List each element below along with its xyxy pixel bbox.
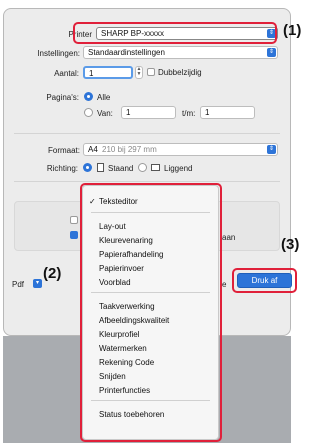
pages-from-input[interactable]: 1: [121, 106, 176, 119]
hidden-checkbox: [70, 216, 78, 224]
format-label: Formaat:: [47, 146, 80, 155]
copies-label: Aantal:: [54, 69, 79, 78]
pdf-label: Pdf: [12, 280, 25, 289]
orientation-landscape-radio[interactable]: [138, 163, 147, 172]
pdf-menu-arrow-icon[interactable]: ▾: [33, 279, 42, 288]
pages-to-value: 1: [205, 108, 210, 117]
pages-label: Pagina's:: [46, 93, 79, 102]
landscape-icon: [151, 164, 160, 171]
divider: [14, 133, 280, 134]
pages-to-label: t/m:: [182, 109, 196, 118]
presets-value: Standaardinstellingen: [88, 48, 165, 57]
two-sided-label: Dubbelzijdig: [158, 68, 202, 77]
two-sided-checkbox[interactable]: [147, 68, 155, 76]
pages-range-radio[interactable]: [84, 108, 93, 117]
callout-label-2: (2): [43, 265, 62, 282]
format-select[interactable]: A4 210 bij 297 mm: [83, 143, 278, 156]
format-value: A4: [88, 145, 98, 154]
pages-all-radio[interactable]: [84, 92, 93, 101]
portrait-icon: [97, 163, 104, 172]
pages-all-label: Alle: [97, 93, 111, 102]
orientation-portrait-radio[interactable]: [83, 163, 92, 172]
format-detail: 210 bij 297 mm: [102, 145, 157, 154]
copies-value: 1: [89, 69, 94, 78]
orientation-label: Richting:: [46, 164, 78, 173]
pages-to-input[interactable]: 1: [200, 106, 255, 119]
hidden-checkbox-checked: [70, 231, 78, 239]
copies-stepper[interactable]: ▲ ▼: [135, 66, 143, 79]
callout-box-3: [232, 268, 297, 293]
callout-box-2: [80, 183, 222, 442]
copies-input[interactable]: 1: [83, 66, 133, 79]
callout-label-3: (3): [281, 236, 300, 253]
callout-box-1: [73, 22, 277, 44]
format-select-arrow-icon[interactable]: ⇕: [267, 145, 276, 154]
pages-from-value: 1: [126, 108, 131, 117]
presets-select-arrow-icon[interactable]: ⇕: [267, 48, 276, 57]
divider: [14, 181, 280, 182]
pages-from-label: Van:: [97, 109, 113, 118]
orientation-portrait-label: Staand: [108, 164, 134, 173]
presets-select[interactable]: Standaardinstellingen: [83, 46, 278, 59]
callout-label-1: (1): [283, 22, 302, 39]
hidden-text-e: e: [222, 280, 227, 289]
presets-label: Instellingen:: [37, 49, 80, 58]
hidden-text: aan: [222, 233, 236, 242]
orientation-landscape-label: Liggend: [164, 164, 193, 173]
